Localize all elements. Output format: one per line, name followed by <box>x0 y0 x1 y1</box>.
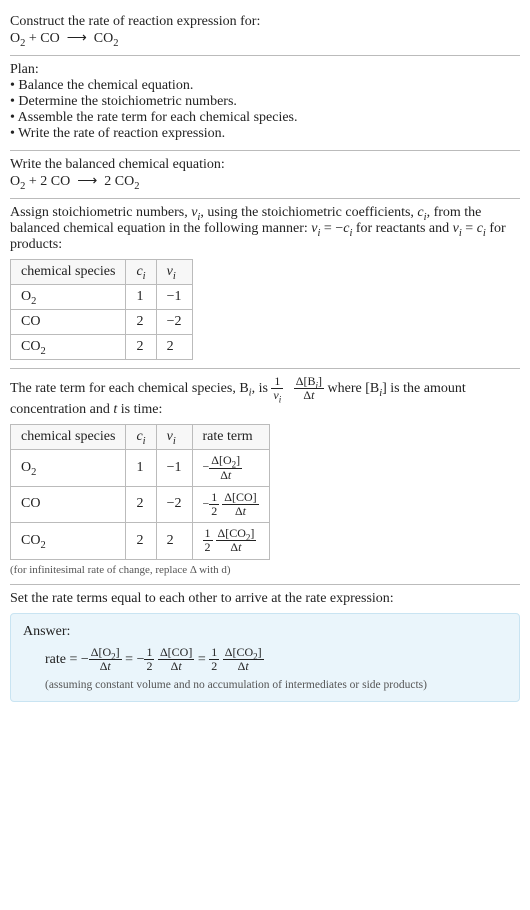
answer-label: Answer: <box>23 624 507 640</box>
stoich-table: chemical species ci νi O2 1 −1 CO 2 −2 C… <box>10 259 193 360</box>
prompt-section: Construct the rate of reaction expressio… <box>10 8 520 55</box>
cell-nu: 2 <box>156 335 192 360</box>
final-heading: Set the rate terms equal to each other t… <box>10 591 520 607</box>
table-row: CO2 2 2 12 Δ[CO2]Δt <box>11 523 270 559</box>
cell-species: CO <box>11 310 126 335</box>
plan-item: • Balance the chemical equation. <box>10 78 520 94</box>
cell-c: 2 <box>126 335 156 360</box>
col-nui: νi <box>156 425 192 450</box>
table-header-row: chemical species ci νi rate term <box>11 425 270 450</box>
rateterm-section: The rate term for each chemical species,… <box>10 369 520 584</box>
answer-assumption: (assuming constant volume and no accumul… <box>23 679 507 691</box>
cell-species: O2 <box>11 285 126 310</box>
col-rateterm: rate term <box>192 425 269 450</box>
plan-item: • Determine the stoichiometric numbers. <box>10 94 520 110</box>
table-row: CO2 2 2 <box>11 335 193 360</box>
plan-item: • Write the rate of reaction expression. <box>10 126 520 142</box>
table-header-row: chemical species ci νi <box>11 260 193 285</box>
cell-c: 1 <box>126 450 156 486</box>
answer-box: Answer: rate = −Δ[O2]Δt = −12 Δ[CO]Δt = … <box>10 613 520 702</box>
rateterm-intro-mid: , is <box>252 381 272 396</box>
cell-species: CO2 <box>11 335 126 360</box>
prompt-line: Construct the rate of reaction expressio… <box>10 14 520 30</box>
plan-section: Plan: • Balance the chemical equation. •… <box>10 56 520 150</box>
cell-species: CO <box>11 486 126 522</box>
rateterm-table: chemical species ci νi rate term O2 1 −1… <box>10 424 270 559</box>
cell-c: 1 <box>126 285 156 310</box>
cell-c: 2 <box>126 523 156 559</box>
balanced-heading: Write the balanced chemical equation: <box>10 157 520 173</box>
answer-rate-expression: rate = −Δ[O2]Δt = −12 Δ[CO]Δt = 12 Δ[CO2… <box>23 646 507 673</box>
cell-species: O2 <box>11 450 126 486</box>
plan-heading: Plan: <box>10 62 520 78</box>
stoich-intro: Assign stoichiometric numbers, νi, using… <box>10 205 520 253</box>
prompt-equation: O2 + CO ⟶ CO2 <box>10 30 520 47</box>
plan-item: • Assemble the rate term for each chemic… <box>10 110 520 126</box>
rateterm-intro: The rate term for each chemical species,… <box>10 375 520 418</box>
table-row: CO 2 −2 −12 Δ[CO]Δt <box>11 486 270 522</box>
cell-rateterm: −Δ[O2]Δt <box>192 450 269 486</box>
cell-nu: −1 <box>156 450 192 486</box>
stoich-section: Assign stoichiometric numbers, νi, using… <box>10 199 520 368</box>
cell-rateterm: 12 Δ[CO2]Δt <box>192 523 269 559</box>
rateterm-note: (for infinitesimal rate of change, repla… <box>10 564 520 576</box>
cell-nu: 2 <box>156 523 192 559</box>
col-species: chemical species <box>11 425 126 450</box>
col-ci: ci <box>126 425 156 450</box>
rateterm-formula: 1νi Δ[Bi]Δt <box>271 375 324 402</box>
col-nui: νi <box>156 260 192 285</box>
col-ci: ci <box>126 260 156 285</box>
table-row: CO 2 −2 <box>11 310 193 335</box>
cell-species: CO2 <box>11 523 126 559</box>
cell-c: 2 <box>126 486 156 522</box>
balanced-section: Write the balanced chemical equation: O2… <box>10 151 520 198</box>
table-row: O2 1 −1 <box>11 285 193 310</box>
cell-rateterm: −12 Δ[CO]Δt <box>192 486 269 522</box>
cell-nu: −1 <box>156 285 192 310</box>
col-species: chemical species <box>11 260 126 285</box>
table-row: O2 1 −1 −Δ[O2]Δt <box>11 450 270 486</box>
cell-c: 2 <box>126 310 156 335</box>
cell-nu: −2 <box>156 310 192 335</box>
balanced-equation: O2 + 2 CO ⟶ 2 CO2 <box>10 173 520 190</box>
cell-nu: −2 <box>156 486 192 522</box>
final-section: Set the rate terms equal to each other t… <box>10 585 520 710</box>
rateterm-intro-pre: The rate term for each chemical species,… <box>10 381 249 396</box>
